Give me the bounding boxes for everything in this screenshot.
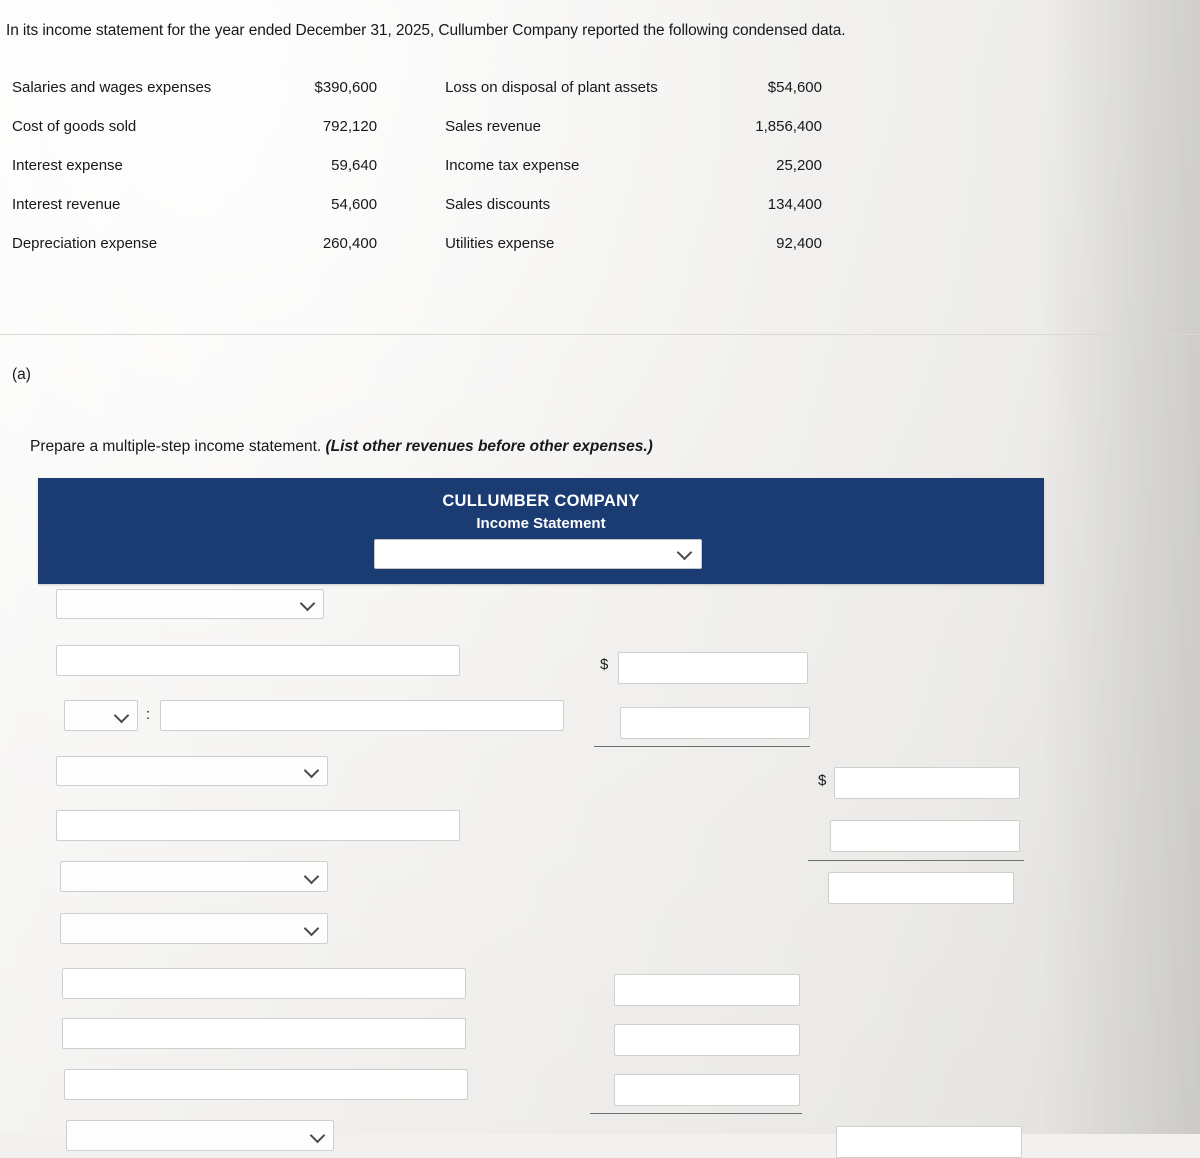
- line-7-account-select[interactable]: [60, 913, 328, 944]
- condensed-data-table: Salaries and wages expenses $390,600 Los…: [12, 70, 822, 265]
- row-value-1: 260,400: [322, 235, 378, 252]
- amount-col2-row1[interactable]: [834, 767, 1020, 799]
- row-value-1: 792,120: [322, 118, 378, 135]
- amount-col2-row2[interactable]: [830, 820, 1020, 852]
- amount-col1-total-rule: [590, 1113, 802, 1114]
- line-9-account-text[interactable]: [62, 1018, 466, 1049]
- income-statement-header: CULLUMBER COMPANY Income Statement: [38, 478, 1044, 584]
- row-label-1: Depreciation expense: [12, 235, 158, 252]
- row-label-2: Utilities expense: [445, 235, 555, 252]
- chevron-down-icon: [115, 708, 129, 722]
- row-value-2: 92,400: [776, 235, 822, 252]
- amount-col1-row1[interactable]: [618, 652, 808, 684]
- amount-col1-row2[interactable]: [620, 707, 810, 739]
- line-4-account-select[interactable]: [56, 756, 328, 786]
- row-label-1: Salaries and wages expenses: [12, 79, 212, 96]
- section-divider: [0, 334, 1200, 335]
- period-select[interactable]: [374, 539, 702, 569]
- line-3-account-text[interactable]: [160, 700, 564, 731]
- row-label-1: Cost of goods sold: [12, 118, 137, 135]
- statement-title: Income Statement: [476, 515, 606, 532]
- row-label-2: Income tax expense: [445, 157, 580, 174]
- worksheet-content: In its income statement for the year end…: [0, 0, 1200, 1158]
- table-row: Depreciation expense 260,400 Utilities e…: [12, 226, 822, 265]
- dollar-sign: $: [600, 656, 609, 673]
- row-value-1: 54,600: [331, 196, 378, 213]
- line-3-account-select[interactable]: [64, 700, 138, 731]
- line-5-account-text[interactable]: [56, 810, 460, 841]
- row-value-2: $54,600: [767, 79, 822, 96]
- line-1-account-select[interactable]: [56, 589, 324, 619]
- line-11-account-select[interactable]: [66, 1120, 334, 1151]
- chevron-down-icon: [678, 545, 692, 559]
- line-2-account-text[interactable]: [56, 645, 460, 676]
- row-value-2: 25,200: [776, 157, 822, 174]
- chevron-down-icon: [305, 921, 319, 935]
- table-row: Interest expense 59,640 Income tax expen…: [12, 148, 822, 187]
- row-label-1: Interest revenue: [12, 196, 121, 213]
- instruction-italic: (List other revenues before other expens…: [325, 438, 653, 455]
- amount-col2-row4[interactable]: [836, 1126, 1022, 1158]
- chevron-down-icon: [311, 1128, 325, 1142]
- table-row: Salaries and wages expenses $390,600 Los…: [12, 70, 822, 109]
- row-label-1: Interest expense: [12, 157, 123, 174]
- amount-col1-subtotal-rule: [594, 746, 810, 747]
- table-row: Interest revenue 54,600 Sales discounts …: [12, 187, 822, 226]
- line-10-account-text[interactable]: [64, 1069, 468, 1100]
- amount-col1-row5[interactable]: [614, 1074, 800, 1106]
- row-value-1: $390,600: [314, 79, 378, 96]
- amount-col2-subtotal-rule: [808, 860, 1024, 861]
- part-instruction: Prepare a multiple-step income statement…: [30, 438, 653, 456]
- problem-intro-text: In its income statement for the year end…: [6, 22, 846, 39]
- row-value-2: 1,856,400: [755, 118, 822, 135]
- row-value-1: 59,640: [331, 157, 378, 174]
- row-value-2: 134,400: [767, 196, 822, 213]
- row-label-2: Sales revenue: [445, 118, 541, 135]
- row-label-2: Sales discounts: [445, 196, 551, 213]
- amount-col1-row3[interactable]: [614, 974, 800, 1006]
- amount-col1-row4[interactable]: [614, 1024, 800, 1056]
- dollar-sign: $: [818, 772, 827, 789]
- company-name: CULLUMBER COMPANY: [442, 492, 640, 510]
- line-6-account-select[interactable]: [60, 861, 328, 892]
- line-8-account-text[interactable]: [62, 968, 466, 999]
- instruction-plain: Prepare a multiple-step income statement…: [30, 438, 326, 455]
- part-label: (a): [12, 366, 31, 383]
- chevron-down-icon: [305, 869, 319, 883]
- chevron-down-icon: [305, 763, 319, 777]
- colon-separator: :: [146, 706, 151, 723]
- chevron-down-icon: [301, 596, 315, 610]
- row-label-2: Loss on disposal of plant assets: [445, 79, 658, 96]
- amount-col2-row3[interactable]: [828, 872, 1014, 904]
- table-row: Cost of goods sold 792,120 Sales revenue…: [12, 109, 822, 148]
